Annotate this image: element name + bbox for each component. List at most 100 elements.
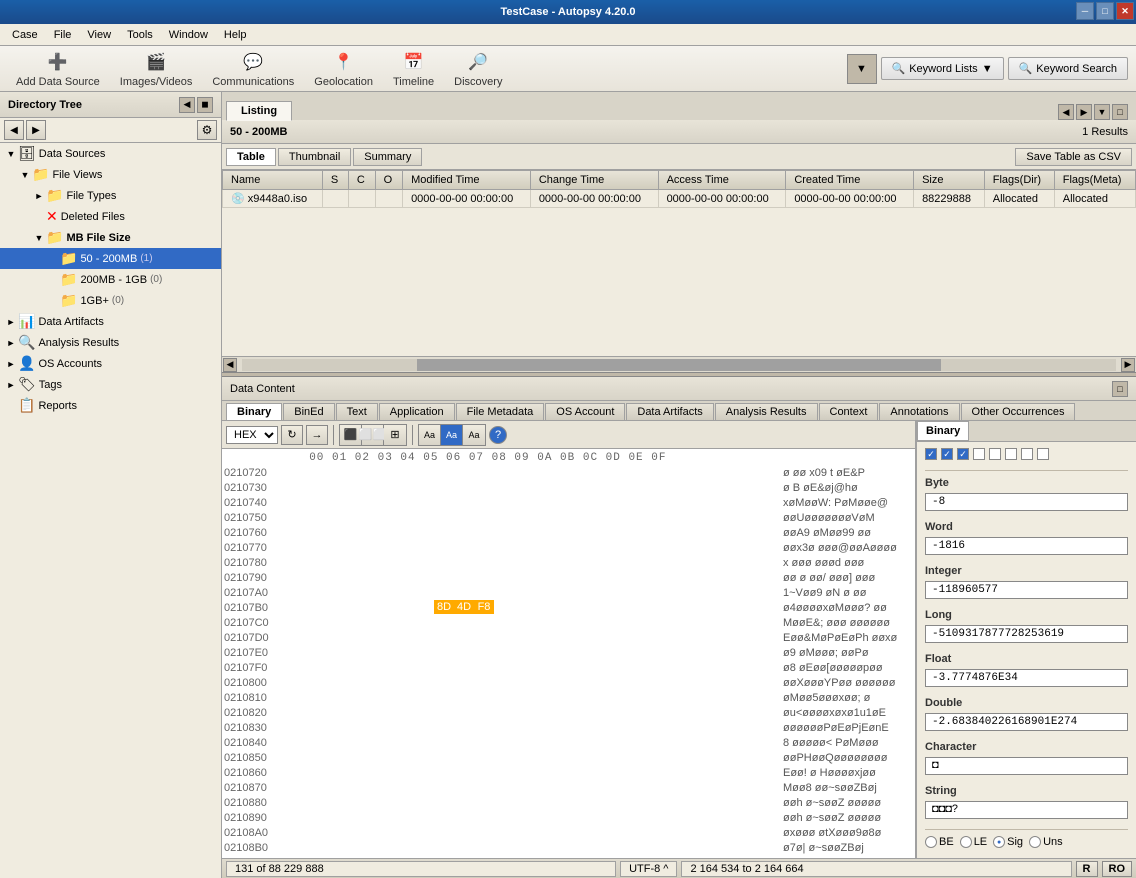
dc-tab-binary[interactable]: Binary [226, 403, 282, 420]
sidebar-collapse-button[interactable]: ◀ [179, 97, 195, 113]
minimize-button[interactable]: ─ [1076, 2, 1094, 20]
hex-help-button[interactable]: ? [489, 426, 507, 444]
col-size[interactable]: Size [914, 171, 985, 190]
status-r-button[interactable]: R [1076, 861, 1098, 877]
hex-color-3[interactable]: Aa [463, 425, 485, 445]
radio-le[interactable]: LE [960, 836, 987, 848]
menu-tools[interactable]: Tools [119, 27, 161, 43]
tree-item-datasources[interactable]: ▼ 🗄 Data Sources [0, 143, 221, 164]
col-access[interactable]: Access Time [658, 171, 786, 190]
dc-tab-dataartifacts[interactable]: Data Artifacts [626, 403, 713, 420]
menu-view[interactable]: View [79, 27, 119, 43]
hex-refresh-button[interactable]: ↻ [281, 425, 303, 445]
dc-tab-osaccount[interactable]: OS Account [545, 403, 625, 420]
discovery-button[interactable]: 🔎 Discovery [446, 48, 510, 90]
hscroll-thumb[interactable] [417, 359, 941, 371]
tree-item-filesize[interactable]: ▼ 📁 MB File Size [0, 227, 221, 248]
sidebar-expand-button[interactable]: ◼ [197, 97, 213, 113]
radio-be[interactable]: BE [925, 836, 954, 848]
col-o[interactable]: O [375, 171, 402, 190]
col-flagsmeta[interactable]: Flags(Meta) [1054, 171, 1135, 190]
checkbox-1[interactable]: ✓ [925, 448, 937, 460]
images-videos-button[interactable]: 🎬 Images/Videos [112, 48, 201, 90]
dc-tab-bined[interactable]: BinEd [283, 403, 334, 420]
h-scrollbar[interactable]: ◀ ▶ [222, 356, 1136, 372]
checkbox-2[interactable]: ✓ [941, 448, 953, 460]
listing-nav-right[interactable]: ▶ [1076, 104, 1092, 120]
tree-item-analysisresults[interactable]: ► 🔍 Analysis Results [0, 332, 221, 353]
nav-settings-button[interactable]: ⚙ [197, 120, 217, 140]
listing-nav-left[interactable]: ◀ [1058, 104, 1074, 120]
communications-button[interactable]: 💬 Communications [204, 48, 302, 90]
menu-file[interactable]: File [46, 27, 80, 43]
dc-tab-annotations[interactable]: Annotations [879, 403, 959, 420]
dc-tab-context[interactable]: Context [819, 403, 879, 420]
tree-item-osaccounts[interactable]: ► 👤 OS Accounts [0, 353, 221, 374]
tree-item-filetypes[interactable]: ► 📁 File Types [0, 185, 221, 206]
save-csv-button[interactable]: Save Table as CSV [1015, 148, 1132, 166]
file-table-wrapper[interactable]: Name S C O Modified Time Change Time Acc… [222, 170, 1136, 356]
tree-item-1gbplus[interactable]: 📁 1GB+ (0) [0, 290, 221, 311]
dc-tab-text[interactable]: Text [336, 403, 378, 420]
col-c[interactable]: C [348, 171, 375, 190]
hscroll-left[interactable]: ◀ [223, 358, 237, 372]
tab-listing[interactable]: Listing [226, 101, 292, 121]
subtab-summary[interactable]: Summary [353, 148, 422, 166]
subtab-thumbnail[interactable]: Thumbnail [278, 148, 351, 166]
dc-tab-application[interactable]: Application [379, 403, 455, 420]
hscroll-track[interactable] [242, 359, 1116, 371]
checkbox-8[interactable] [1037, 448, 1049, 460]
checkbox-5[interactable] [989, 448, 1001, 460]
status-ro-button[interactable]: RO [1102, 861, 1133, 877]
geolocation-button[interactable]: 📍 Geolocation [306, 48, 381, 90]
add-datasource-button[interactable]: ➕ Add Data Source [8, 48, 108, 90]
tree-item-200mb-1gb[interactable]: 📁 200MB - 1GB (0) [0, 269, 221, 290]
col-s[interactable]: S [322, 171, 348, 190]
radio-sig[interactable]: Sig [993, 836, 1023, 848]
hex-view-2[interactable]: ⬜⬜ [362, 425, 384, 445]
dc-tab-analysisresults[interactable]: Analysis Results [715, 403, 818, 420]
tree-item-reports[interactable]: 📋 Reports [0, 395, 221, 416]
hex-content[interactable]: 00 01 02 03 04 05 06 07 08 09 0A 0B 0C 0… [222, 449, 915, 858]
col-created[interactable]: Created Time [786, 171, 914, 190]
rp-tab-binary[interactable]: Binary [917, 421, 969, 441]
menu-window[interactable]: Window [161, 27, 216, 43]
tree-item-deletedfiles[interactable]: ✕ Deleted Files [0, 206, 221, 227]
hex-color-1[interactable]: Aa [419, 425, 441, 445]
nav-forward-button[interactable]: ▶ [26, 120, 46, 140]
maximize-button[interactable]: □ [1096, 2, 1114, 20]
dc-restore[interactable]: □ [1112, 381, 1128, 397]
tree-item-dataartifacts[interactable]: ► 📊 Data Artifacts [0, 311, 221, 332]
hex-color-2[interactable]: Aa [441, 425, 463, 445]
hex-forward-button[interactable]: → [306, 425, 328, 445]
checkbox-3[interactable]: ✓ [957, 448, 969, 460]
dc-tab-filemetadata[interactable]: File Metadata [456, 403, 545, 420]
keyword-lists-button[interactable]: 🔍 Keyword Lists ▼ [881, 57, 1004, 80]
col-name[interactable]: Name [223, 171, 323, 190]
timeline-button[interactable]: 📅 Timeline [385, 48, 442, 90]
subtab-table[interactable]: Table [226, 148, 276, 166]
tree-item-tags[interactable]: ► 🏷 Tags [0, 374, 221, 395]
menu-help[interactable]: Help [216, 27, 255, 43]
hscroll-right[interactable]: ▶ [1121, 358, 1135, 372]
toolbar-extra-button[interactable]: ▼ [847, 54, 877, 84]
tree-item-50-200mb[interactable]: 📁 50 - 200MB (1) [0, 248, 221, 269]
close-button[interactable]: ✕ [1116, 2, 1134, 20]
nav-back-button[interactable]: ◀ [4, 120, 24, 140]
keyword-search-button[interactable]: 🔍 Keyword Search [1008, 57, 1128, 80]
radio-uns[interactable]: Uns [1029, 836, 1063, 848]
col-modified[interactable]: Modified Time [403, 171, 531, 190]
col-change[interactable]: Change Time [530, 171, 658, 190]
listing-restore[interactable]: □ [1112, 104, 1128, 120]
checkbox-6[interactable] [1005, 448, 1017, 460]
checkbox-4[interactable] [973, 448, 985, 460]
dc-tab-otheroccurrences[interactable]: Other Occurrences [961, 403, 1076, 420]
hex-format-select[interactable]: HEX DEC OCT [226, 426, 278, 444]
listing-nav-down[interactable]: ▼ [1094, 104, 1110, 120]
checkbox-7[interactable] [1021, 448, 1033, 460]
table-row[interactable]: 💿 x9448a0.iso 0000-00-00 00:00:00 0000-0… [223, 190, 1136, 208]
tree-item-fileviews[interactable]: ▼ 📁 File Views [0, 164, 221, 185]
col-flagsdir[interactable]: Flags(Dir) [984, 171, 1054, 190]
menu-case[interactable]: Case [4, 27, 46, 43]
hex-view-3[interactable]: ⊞ [384, 425, 406, 445]
